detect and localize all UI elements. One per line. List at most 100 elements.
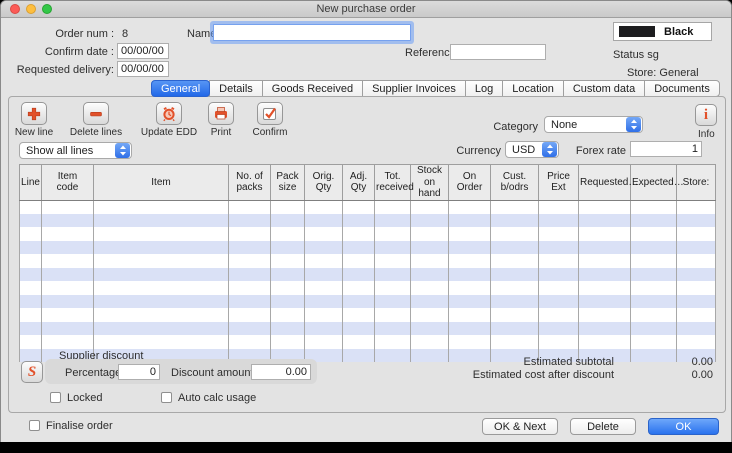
reference-input[interactable] <box>450 44 546 60</box>
table-row[interactable] <box>20 214 716 228</box>
locked-checkbox[interactable] <box>50 392 61 403</box>
tab-goods-received[interactable]: Goods Received <box>262 80 363 97</box>
order-color-picker[interactable]: Black <box>613 22 712 41</box>
table-cell <box>491 295 539 309</box>
category-label: Category <box>461 121 538 133</box>
name-input[interactable] <box>213 24 411 41</box>
table-cell <box>343 322 375 336</box>
update-edd-button[interactable]: Update EDD <box>139 102 199 138</box>
table-cell <box>539 308 579 322</box>
table-row[interactable] <box>20 295 716 309</box>
column-header[interactable]: Store: <box>677 165 716 201</box>
column-header[interactable]: On Order <box>449 165 491 201</box>
column-header[interactable]: Price Ext <box>539 165 579 201</box>
table-cell <box>94 254 229 268</box>
table-row[interactable] <box>20 308 716 322</box>
table-cell <box>375 214 411 228</box>
table-cell <box>94 268 229 282</box>
ok-next-button[interactable]: OK & Next <box>482 418 558 435</box>
column-header[interactable]: Cust. b/odrs <box>491 165 539 201</box>
tab-custom-data[interactable]: Custom data <box>563 80 645 97</box>
table-cell <box>539 254 579 268</box>
table-cell <box>229 254 271 268</box>
tab-details[interactable]: Details <box>209 80 263 97</box>
close-window-button[interactable] <box>10 4 20 14</box>
table-row[interactable] <box>20 335 716 349</box>
table-row[interactable] <box>20 200 716 214</box>
alarm-clock-icon <box>156 102 182 125</box>
table-cell <box>229 295 271 309</box>
column-header[interactable]: Item <box>94 165 229 201</box>
title-bar[interactable]: New purchase order <box>1 1 731 18</box>
table-cell <box>631 281 677 295</box>
table-cell <box>42 322 94 336</box>
new-line-button[interactable]: New line <box>4 102 64 138</box>
confirm-date-input[interactable] <box>117 43 169 59</box>
column-header[interactable]: Orig. Qty <box>305 165 343 201</box>
tab-location[interactable]: Location <box>502 80 564 97</box>
name-label: Name <box>187 28 216 40</box>
delete-lines-button[interactable]: Delete lines <box>66 102 126 138</box>
table-cell <box>631 227 677 241</box>
currency-dropdown[interactable]: USD <box>505 141 559 158</box>
requested-delivery-input[interactable] <box>117 61 169 77</box>
discount-amount-input[interactable] <box>251 364 311 380</box>
zoom-window-button[interactable] <box>42 4 52 14</box>
tab-bar: General Details Goods Received Supplier … <box>151 80 720 97</box>
table-row[interactable] <box>20 268 716 282</box>
info-button[interactable]: i <box>695 104 717 126</box>
order-num-value: 8 <box>122 28 128 40</box>
requested-delivery-label: Requested delivery: <box>9 64 114 76</box>
column-header[interactable]: Expected… <box>631 165 677 201</box>
column-header[interactable]: Requested… <box>579 165 631 201</box>
forex-rate-input[interactable] <box>630 141 702 157</box>
tab-supplier-invoices[interactable]: Supplier Invoices <box>362 80 466 97</box>
table-cell <box>42 295 94 309</box>
table-row[interactable] <box>20 281 716 295</box>
table-cell <box>271 268 305 282</box>
column-header[interactable]: Line <box>20 165 42 201</box>
table-cell <box>631 295 677 309</box>
chevron-up-down-icon <box>542 142 557 157</box>
table-row[interactable] <box>20 254 716 268</box>
confirm-button[interactable]: Confirm <box>240 102 300 138</box>
percentage-input[interactable] <box>118 364 160 380</box>
table-row[interactable] <box>20 227 716 241</box>
table-cell <box>631 308 677 322</box>
table-row[interactable] <box>20 322 716 336</box>
column-header[interactable]: Adj. Qty <box>343 165 375 201</box>
delete-button[interactable]: Delete <box>570 418 636 435</box>
plus-icon <box>21 102 47 125</box>
table-cell <box>94 200 229 214</box>
table-cell <box>539 322 579 336</box>
order-num-label: Order num : <box>9 28 114 40</box>
table-cell <box>677 308 716 322</box>
store-line: Store: General <box>627 67 699 79</box>
ok-button[interactable]: OK <box>648 418 719 435</box>
table-cell <box>449 241 491 255</box>
table-cell <box>375 281 411 295</box>
tab-log[interactable]: Log <box>465 80 503 97</box>
table-cell <box>631 268 677 282</box>
column-header[interactable]: No. of packs <box>229 165 271 201</box>
table-row[interactable] <box>20 241 716 255</box>
column-header[interactable]: Stock on hand <box>411 165 449 201</box>
estimated-subtotal-value: 0.00 <box>633 356 713 368</box>
auto-calc-usage-checkbox[interactable] <box>161 392 172 403</box>
table-cell <box>375 335 411 349</box>
table-cell <box>20 268 42 282</box>
column-header[interactable]: Pack size <box>271 165 305 201</box>
table-cell <box>42 241 94 255</box>
tab-documents[interactable]: Documents <box>644 80 720 97</box>
recalculate-discount-button[interactable]: S <box>21 361 43 383</box>
minimize-window-button[interactable] <box>26 4 36 14</box>
column-header[interactable]: Tot. received <box>375 165 411 201</box>
table-cell <box>343 214 375 228</box>
table-cell <box>229 227 271 241</box>
tab-general[interactable]: General <box>151 80 210 97</box>
category-dropdown[interactable]: None <box>544 116 643 133</box>
column-header[interactable]: Item code <box>42 165 94 201</box>
show-lines-dropdown[interactable]: Show all lines <box>19 142 132 159</box>
finalise-order-checkbox[interactable] <box>29 420 40 431</box>
table-cell <box>305 268 343 282</box>
